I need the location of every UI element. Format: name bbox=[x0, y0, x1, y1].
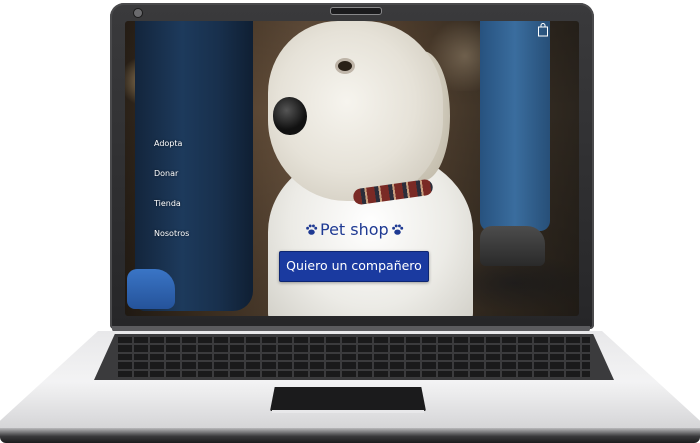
brand-logo: Pet shop bbox=[305, 220, 404, 239]
keyboard-row bbox=[118, 345, 590, 352]
brand-name: Pet shop bbox=[320, 220, 389, 239]
keyboard-row bbox=[118, 353, 590, 361]
site-nav: Adopta Donar Tienda Nosotros bbox=[154, 139, 189, 259]
laptop-base-edge bbox=[0, 428, 700, 443]
dog-eye bbox=[338, 61, 352, 71]
speaker-notch bbox=[330, 7, 382, 15]
keyboard bbox=[94, 334, 614, 380]
nav-item-tienda[interactable]: Tienda bbox=[154, 199, 189, 229]
dog-nose bbox=[273, 97, 307, 135]
nav-item-donar[interactable]: Donar bbox=[154, 169, 189, 199]
person-legs-right bbox=[480, 21, 550, 231]
webcam bbox=[133, 8, 143, 18]
keyboard-row bbox=[118, 370, 590, 377]
paw-icon bbox=[306, 224, 318, 235]
person-legs-left bbox=[135, 21, 253, 311]
paw-icon bbox=[391, 224, 403, 235]
person-shoe-left bbox=[127, 269, 175, 309]
adopt-companion-button[interactable]: Quiero un compañero bbox=[279, 251, 429, 282]
touchpad[interactable] bbox=[270, 387, 426, 411]
person-shoe-right bbox=[480, 226, 545, 266]
shopping-bag-icon[interactable] bbox=[537, 23, 549, 37]
keyboard-row bbox=[118, 337, 590, 344]
laptop-screen: Adopta Donar Tienda Nosotros Pet shop Qu… bbox=[125, 21, 579, 316]
touchpad-edge bbox=[272, 410, 424, 413]
keyboard-row bbox=[118, 362, 590, 369]
nav-item-adopta[interactable]: Adopta bbox=[154, 139, 189, 169]
nav-item-nosotros[interactable]: Nosotros bbox=[154, 229, 189, 259]
